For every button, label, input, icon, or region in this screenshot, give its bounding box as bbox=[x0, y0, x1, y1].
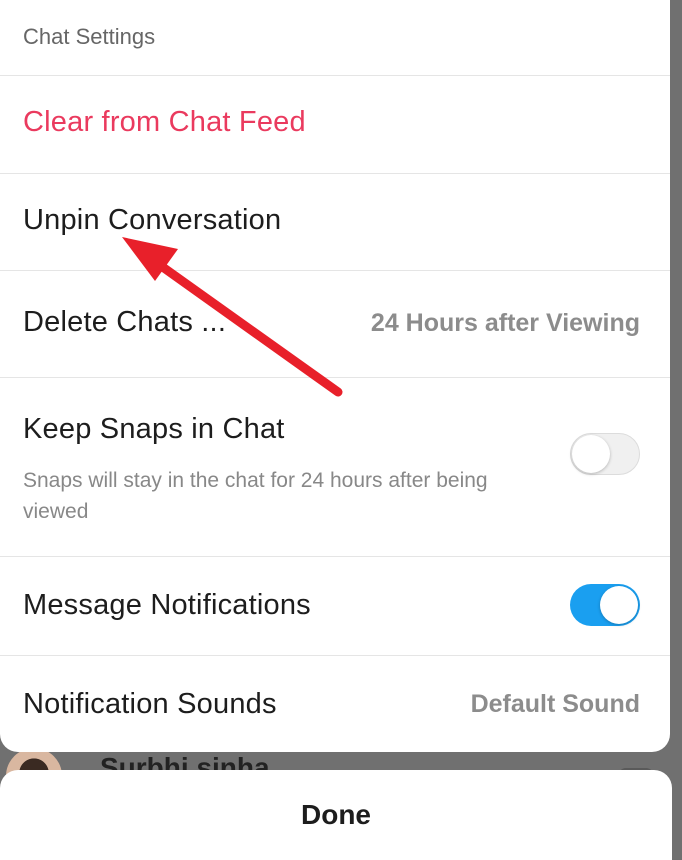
clear-from-chat-feed-label: Clear from Chat Feed bbox=[23, 106, 306, 138]
unpin-conversation-button[interactable]: Unpin Conversation bbox=[0, 174, 670, 271]
keep-snaps-toggle[interactable] bbox=[570, 433, 640, 475]
notification-sounds-setting[interactable]: Notification Sounds Default Sound bbox=[0, 656, 670, 752]
sheet-header: Chat Settings bbox=[0, 0, 670, 76]
keep-snaps-setting: Keep Snaps in Chat Snaps will stay in th… bbox=[0, 378, 670, 557]
keep-snaps-description: Snaps will stay in the chat for 24 hours… bbox=[23, 469, 488, 523]
unpin-conversation-label: Unpin Conversation bbox=[23, 204, 282, 236]
delete-chats-value: 24 Hours after Viewing bbox=[370, 309, 640, 337]
notification-sounds-label: Notification Sounds bbox=[23, 688, 277, 720]
message-notifications-setting: Message Notifications bbox=[0, 557, 670, 656]
chat-settings-sheet: Chat Settings Clear from Chat Feed Unpin… bbox=[0, 0, 670, 752]
done-button[interactable]: Done bbox=[0, 770, 672, 860]
delete-chats-label: Delete Chats ... bbox=[23, 306, 227, 338]
message-notifications-toggle[interactable] bbox=[570, 584, 640, 626]
toggle-knob bbox=[600, 586, 638, 624]
toggle-knob bbox=[572, 435, 610, 473]
clear-from-chat-feed-button[interactable]: Clear from Chat Feed bbox=[0, 76, 670, 174]
sheet-title: Chat Settings bbox=[23, 24, 156, 49]
keep-snaps-label: Keep Snaps in Chat bbox=[23, 413, 285, 445]
delete-chats-setting[interactable]: Delete Chats ... 24 Hours after Viewing bbox=[0, 271, 670, 378]
message-notifications-label: Message Notifications bbox=[23, 589, 311, 621]
notification-sounds-value: Default Sound bbox=[470, 690, 640, 718]
done-label: Done bbox=[301, 799, 371, 830]
